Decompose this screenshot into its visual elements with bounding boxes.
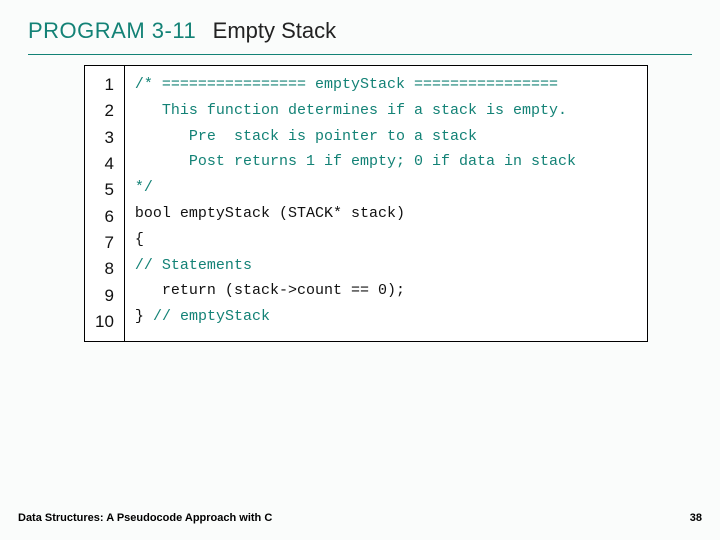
line-number: 5: [95, 177, 114, 203]
code-listing: 12345678910 /* ================ emptySta…: [84, 65, 648, 342]
line-number: 1: [95, 72, 114, 98]
code-line: {: [135, 227, 635, 253]
code-line: Pre stack is pointer to a stack: [135, 124, 635, 150]
code-line: } // emptyStack: [135, 304, 635, 330]
line-number: 7: [95, 230, 114, 256]
line-number: 2: [95, 98, 114, 124]
header-rule: [28, 54, 692, 55]
line-number: 3: [95, 125, 114, 151]
code-line: bool emptyStack (STACK* stack): [135, 201, 635, 227]
line-number: 6: [95, 204, 114, 230]
page-footer: Data Structures: A Pseudocode Approach w…: [18, 512, 702, 524]
code-body: /* ================ emptyStack =========…: [125, 66, 647, 341]
line-number: 9: [95, 283, 114, 309]
line-number: 8: [95, 256, 114, 282]
code-line: /* ================ emptyStack =========…: [135, 72, 635, 98]
code-line: */: [135, 175, 635, 201]
line-number: 10: [95, 309, 114, 335]
program-header: PROGRAM 3-11 Empty Stack: [0, 0, 720, 50]
code-line: Post returns 1 if empty; 0 if data in st…: [135, 149, 635, 175]
code-line: // Statements: [135, 253, 635, 279]
line-number: 4: [95, 151, 114, 177]
code-line: This function determines if a stack is e…: [135, 98, 635, 124]
program-title: Empty Stack: [213, 18, 336, 43]
program-label: PROGRAM 3-11: [28, 18, 196, 43]
page-number: 38: [690, 512, 702, 524]
line-number-gutter: 12345678910: [85, 66, 125, 341]
code-line: return (stack->count == 0);: [135, 278, 635, 304]
book-title: Data Structures: A Pseudocode Approach w…: [18, 512, 272, 524]
